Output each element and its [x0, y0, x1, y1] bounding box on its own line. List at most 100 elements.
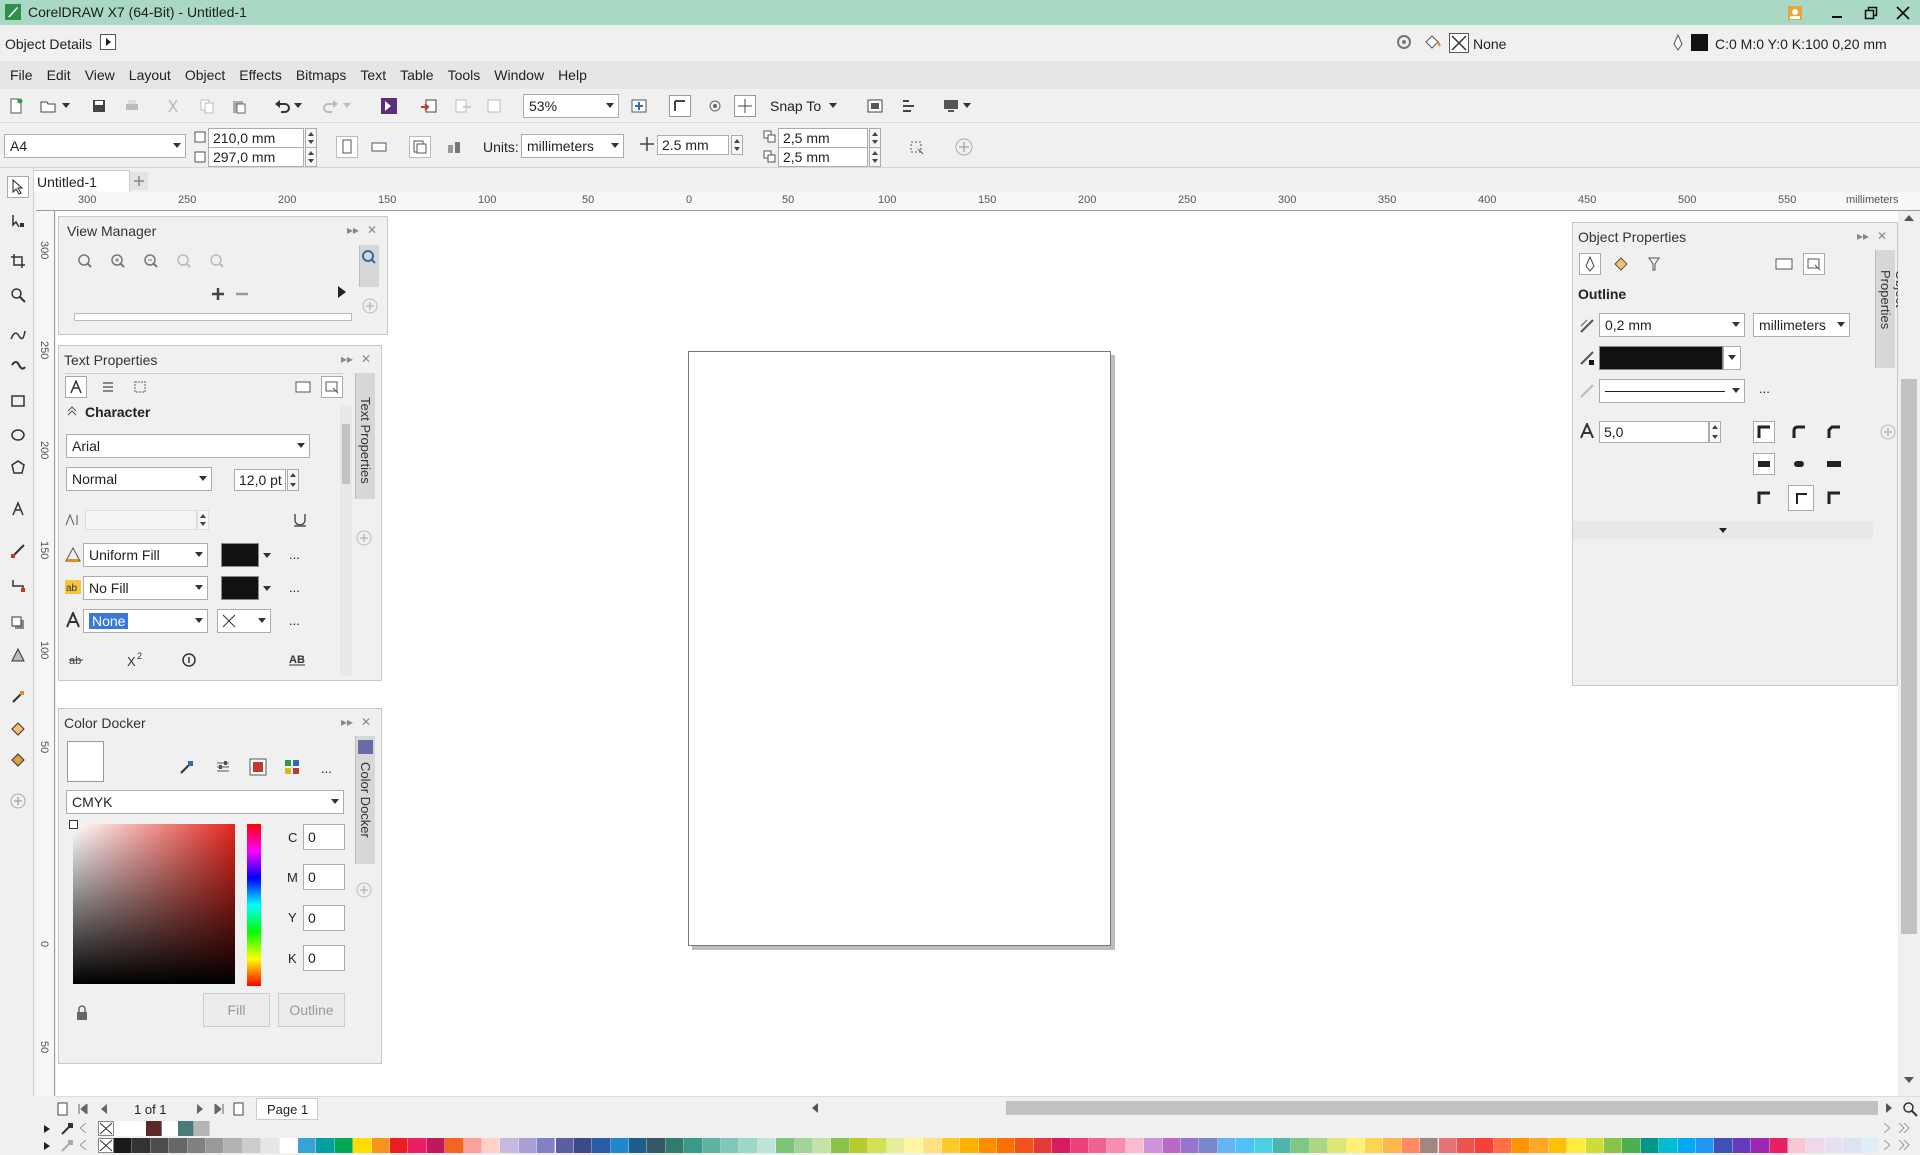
lock-icon[interactable]: [75, 1005, 89, 1021]
show-grid-icon[interactable]: [704, 95, 726, 117]
full-screen-preview-icon[interactable]: [628, 95, 650, 117]
menu-layout[interactable]: Layout: [129, 67, 171, 83]
palette-swatch[interactable]: [481, 1138, 501, 1153]
menu-effects[interactable]: Effects: [239, 67, 282, 83]
options-icon[interactable]: [864, 95, 886, 117]
inside-position-icon[interactable]: [1823, 487, 1845, 509]
palette-swatch[interactable]: [1622, 1138, 1641, 1153]
palette-swatch[interactable]: [813, 1138, 832, 1153]
color-viewers-icon[interactable]: [249, 758, 267, 776]
outline-width-select[interactable]: 0,2 mm: [1599, 313, 1745, 337]
treat-as-filled-icon[interactable]: [905, 136, 927, 158]
application-launcher-icon[interactable]: [898, 95, 920, 117]
welcome-screen-icon[interactable]: [940, 95, 962, 117]
all-pages-icon[interactable]: [409, 136, 431, 158]
undo-dropdown-icon[interactable]: [293, 95, 303, 117]
palette-swatch[interactable]: [831, 1138, 850, 1153]
redo-dropdown-icon[interactable]: [342, 95, 352, 117]
crop-tool-icon[interactable]: [7, 250, 29, 272]
menu-file[interactable]: File: [10, 67, 33, 83]
palette-swatch[interactable]: [923, 1138, 942, 1153]
palette-row1-expand-icon[interactable]: [1898, 1123, 1910, 1133]
palette-swatch[interactable]: [162, 1121, 178, 1136]
first-page-icon[interactable]: [78, 1104, 88, 1114]
duplicate-y-spinner[interactable]: [869, 147, 881, 167]
drop-shadow-tool-icon[interactable]: [7, 612, 29, 634]
text-fill-color-swatch[interactable]: [221, 543, 259, 567]
open-dropdown-icon[interactable]: [60, 95, 72, 117]
menu-edit[interactable]: Edit: [47, 67, 71, 83]
palette-swatch[interactable]: [1751, 1138, 1770, 1153]
outline-pen-icon[interactable]: [1672, 34, 1684, 52]
navigator-zoom-icon[interactable]: [1902, 1101, 1918, 1117]
menu-view[interactable]: View: [85, 67, 115, 83]
miter-limit-spinner[interactable]: [1709, 421, 1721, 443]
text-tool-icon[interactable]: [7, 498, 29, 520]
page-width-spinner[interactable]: [305, 128, 317, 148]
palette-swatch[interactable]: [665, 1138, 685, 1153]
palette-swatch[interactable]: [445, 1138, 464, 1153]
palette-swatch[interactable]: [1824, 1138, 1844, 1153]
cut-icon[interactable]: [162, 95, 184, 117]
yellow-input[interactable]: 0: [303, 905, 345, 931]
zoom-in-icon[interactable]: [110, 253, 126, 269]
add-page-before-icon[interactable]: [56, 1102, 70, 1116]
export-icon[interactable]: [452, 95, 474, 117]
outline-color-swatch[interactable]: [1599, 346, 1723, 370]
palette-swatch[interactable]: [279, 1138, 298, 1153]
character-tab-icon[interactable]: [65, 376, 87, 398]
page-height-spinner[interactable]: [305, 147, 317, 167]
background-fill-color-swatch[interactable]: [221, 576, 259, 600]
palette-swatch[interactable]: [178, 1121, 194, 1136]
color-model-select[interactable]: CMYK: [66, 790, 344, 814]
palette-swatch[interactable]: [1309, 1138, 1329, 1153]
color-docker-add-icon[interactable]: [355, 881, 373, 899]
close-button[interactable]: [1886, 0, 1920, 25]
palette-swatch[interactable]: [1788, 1138, 1807, 1153]
color-sliders-icon[interactable]: [215, 759, 231, 775]
palette-swatch[interactable]: [1401, 1138, 1421, 1153]
palette-swatch[interactable]: [610, 1138, 630, 1153]
object-docker-menu-icon[interactable]: [1803, 253, 1825, 275]
palette-swatch[interactable]: [629, 1138, 648, 1153]
pick-tool-icon[interactable]: [7, 176, 29, 198]
menu-window[interactable]: Window: [494, 67, 544, 83]
eyedropper-icon[interactable]: [179, 759, 195, 775]
text-fill-type-select[interactable]: Uniform Fill: [83, 543, 208, 567]
text-docker-add-icon[interactable]: [355, 529, 373, 547]
palette-swatch[interactable]: [316, 1138, 335, 1153]
palette-swatch[interactable]: [408, 1138, 427, 1153]
palette-swatch[interactable]: [1033, 1138, 1053, 1153]
bevel-join-icon[interactable]: [1823, 421, 1845, 443]
print-icon[interactable]: [121, 95, 143, 117]
account-icon[interactable]: [1778, 0, 1812, 25]
paragraph-tab-icon[interactable]: [97, 376, 119, 398]
palette-swatch[interactable]: [702, 1138, 722, 1153]
zoom-level-select[interactable]: 53%: [523, 94, 619, 118]
palette-swatch[interactable]: [1438, 1138, 1457, 1153]
portrait-icon[interactable]: [336, 136, 358, 158]
palette-swatch[interactable]: [297, 1138, 317, 1153]
duplicate-x-input[interactable]: 2,5 mm: [778, 128, 868, 148]
ellipse-tool-icon[interactable]: [7, 424, 29, 446]
palette-swatch[interactable]: [1677, 1138, 1697, 1153]
palette-swatch[interactable]: [1199, 1138, 1218, 1153]
menu-text[interactable]: Text: [360, 67, 386, 83]
palette-swatch[interactable]: [389, 1138, 409, 1153]
transparency-tool-icon[interactable]: [7, 644, 29, 666]
magenta-input[interactable]: 0: [303, 864, 345, 890]
duplicate-y-input[interactable]: 2,5 mm: [778, 147, 868, 167]
round-cap-icon[interactable]: [1788, 453, 1810, 475]
palette-swatch[interactable]: [132, 1138, 151, 1153]
palette-row1-arrow-icon[interactable]: [44, 1125, 50, 1133]
docker-collapse-icon[interactable]: ▸▸: [347, 223, 359, 237]
launcher-dropdown-icon[interactable]: [962, 95, 972, 117]
line-style-select[interactable]: [1599, 379, 1745, 403]
palette-swatch[interactable]: [1217, 1138, 1237, 1153]
palette-swatch[interactable]: [905, 1138, 924, 1153]
palette-row2-scroll-right-icon[interactable]: [1884, 1140, 1890, 1150]
centered-position-icon[interactable]: [1788, 485, 1814, 511]
palette-swatch[interactable]: [1548, 1138, 1568, 1153]
butt-cap-icon[interactable]: [1753, 453, 1775, 475]
fill-settings-more-icon[interactable]: ...: [289, 547, 300, 562]
